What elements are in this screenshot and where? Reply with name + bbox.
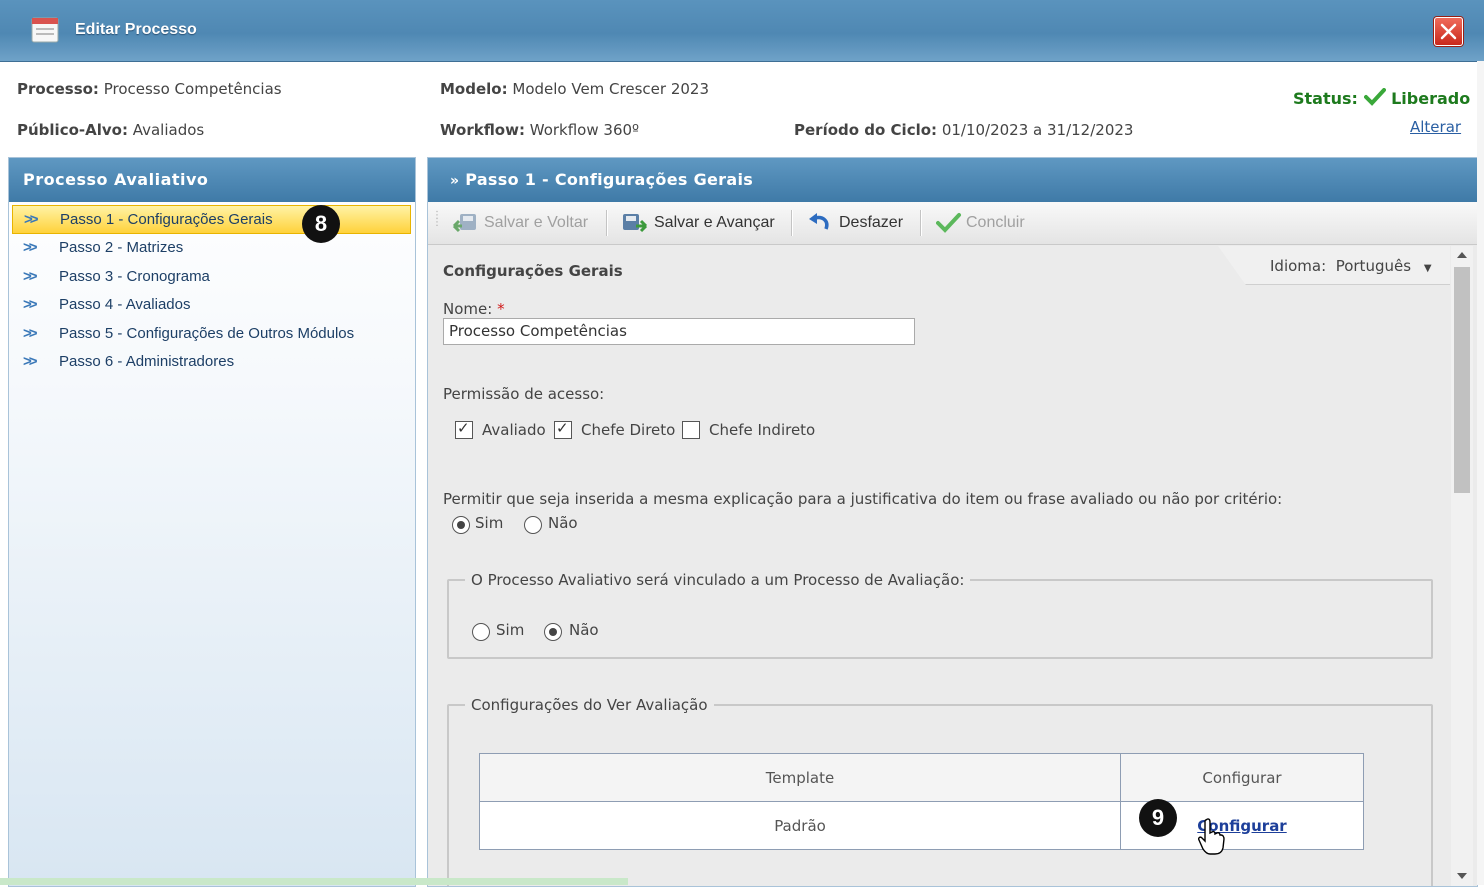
steps-list: >> Passo 1 - Configurações Gerais >> Pas… [12,205,411,377]
dropdown-arrow-icon: ▼ [1423,263,1432,274]
permitir-sim-label: Sim [475,514,504,532]
window-scrollbar[interactable] [1477,61,1484,885]
toolbar: ⋮ ⋮ Salvar e Voltar Salvar e Avançar Des… [428,202,1477,245]
table-header-row: Template Configurar [479,753,1364,802]
permissao-label: Permissão de acesso: [443,385,605,403]
scroll-up-icon[interactable] [1457,252,1467,258]
permitir-sim-radio[interactable] [452,516,470,534]
process-steps-panel: Processo Avaliativo >> Passo 1 - Configu… [8,157,416,887]
avaliado-label: Avaliado [482,421,546,439]
scroll-thumb[interactable] [1454,267,1470,493]
callout-badge-8: 8 [302,205,340,243]
step-label: Passo 5 - Configurações de Outros Módulo… [59,324,355,342]
col-header-configurar: Configurar [1120,753,1364,802]
double-chevron-icon: >> [23,239,37,256]
step-label: Passo 4 - Avaliados [59,296,191,313]
vinculo-fieldset: O Processo Avaliativo será vinculado a u… [447,571,1433,659]
step-item-1[interactable]: >> Passo 1 - Configurações Gerais [12,205,411,234]
table-row: Padrão Configurar [479,801,1364,850]
save-back-icon [452,214,476,233]
progress-strip [0,878,628,885]
col-header-template: Template [479,753,1121,802]
double-chevron-icon: >> [23,353,37,370]
double-chevron-icon: >> [23,267,37,285]
processo-info: Processo: Processo Competências [17,80,282,98]
close-icon [1440,23,1457,40]
publico-info: Público-Alvo: Avaliados [17,121,205,139]
salvar-voltar-button[interactable]: Salvar e Voltar [452,202,588,244]
permitir-nao-radio[interactable] [524,516,542,534]
step-item-5[interactable]: >> Passo 5 - Configurações de Outros Mód… [12,320,411,349]
save-forward-icon [623,214,648,233]
hand-cursor-icon [1198,818,1225,855]
app-icon [30,14,60,44]
nome-label: Nome: * [443,300,505,318]
double-chevron-icon: >> [23,324,37,342]
close-button[interactable] [1434,17,1463,46]
ver-avaliacao-legend: Configurações do Ver Avaliação [471,696,708,714]
double-chevron-icon: >> [23,296,37,313]
chefe-direto-label: Chefe Direto [581,421,676,439]
periodo-info: Período do Ciclo: 01/10/2023 a 31/12/202… [794,121,1134,139]
check-icon [1363,88,1386,106]
template-cell: Padrão [479,801,1121,850]
step-label: Passo 1 - Configurações Gerais [60,211,273,228]
nome-input[interactable]: Processo Competências [443,318,915,345]
check-icon [936,213,961,233]
vinculo-sim-radio[interactable] [472,623,490,641]
scroll-down-icon[interactable] [1457,873,1467,879]
undo-icon [809,213,829,230]
step-item-2[interactable]: >> Passo 2 - Matrizes [12,234,411,263]
callout-badge-9: 9 [1139,799,1177,837]
vinculo-nao-label: Não [569,621,599,639]
window-titlebar: Editar Processo [0,0,1484,62]
step-item-3[interactable]: >> Passo 3 - Cronograma [12,263,411,292]
vinculo-sim-label: Sim [496,621,525,639]
idioma-selector[interactable]: Idioma: Português ▼ [1270,257,1432,275]
step-item-6[interactable]: >> Passo 6 - Administradores [12,348,411,377]
vertical-scrollbar[interactable] [1451,246,1473,886]
step-item-4[interactable]: >> Passo 4 - Avaliados [12,291,411,320]
step-label: Passo 2 - Matrizes [59,239,184,256]
step-header: » Passo 1 - Configurações Gerais [428,158,1477,202]
vinculo-nao-radio[interactable] [544,623,562,641]
double-chevron-icon: >> [24,211,38,228]
template-table: Template Configurar Padrão Configurar [479,753,1364,850]
chefe-indireto-checkbox[interactable] [682,421,700,439]
section-title: Configurações Gerais [443,262,623,280]
permitir-nao-label: Não [548,514,578,532]
step-label: Passo 3 - Cronograma [59,267,210,285]
chefe-indireto-label: Chefe Indireto [709,421,816,439]
workflow-info: Workflow: Workflow 360º [440,121,640,139]
avaliado-checkbox[interactable] [455,419,473,439]
chefe-direto-checkbox[interactable] [554,419,572,439]
window-title: Editar Processo [75,21,197,38]
concluir-button[interactable]: Concluir [936,202,1025,244]
step-content-panel: » Passo 1 - Configurações Gerais ⋮ ⋮ Salv… [427,157,1478,887]
vinculo-legend: O Processo Avaliativo será vinculado a u… [471,571,965,589]
salvar-avancar-button[interactable]: Salvar e Avançar [622,202,775,244]
status-indicator: Status: Liberado [1293,88,1471,108]
double-chevron-icon: » [450,173,460,189]
panel-title: Processo Avaliativo [9,158,415,202]
form-content: Idioma: Português ▼ Configurações Gerais… [428,246,1450,886]
modelo-info: Modelo: Modelo Vem Crescer 2023 [440,80,710,98]
desfazer-button[interactable]: Desfazer [807,202,903,244]
step-label: Passo 6 - Administradores [59,353,235,370]
alterar-link[interactable]: Alterar [1410,118,1461,136]
permitir-label: Permitir que seja inserida a mesma expli… [443,490,1283,508]
toolbar-grip: ⋮ ⋮ [432,210,442,228]
